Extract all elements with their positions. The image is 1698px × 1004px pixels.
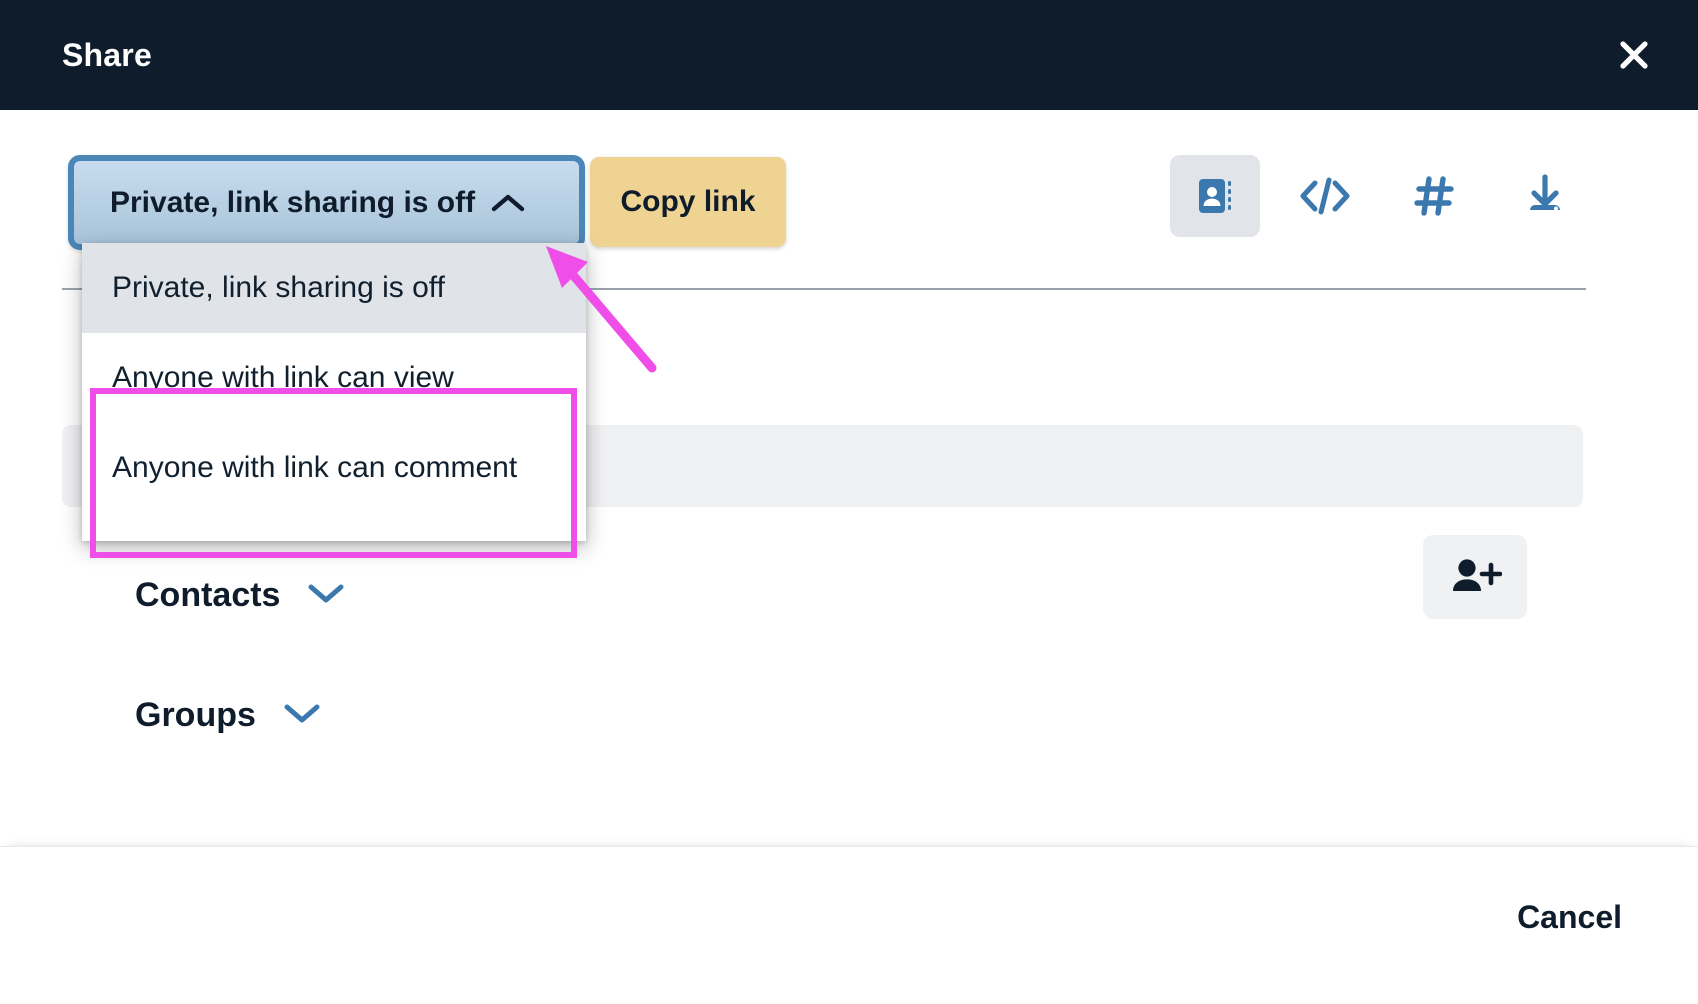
visibility-option-private[interactable]: Private, link sharing is off bbox=[82, 243, 586, 333]
dialog-footer: Cancel bbox=[0, 846, 1698, 1004]
cancel-button[interactable]: Cancel bbox=[1503, 889, 1636, 946]
chevron-down-icon bbox=[306, 580, 346, 611]
close-icon[interactable] bbox=[1604, 25, 1664, 85]
embed-code-icon[interactable] bbox=[1280, 155, 1370, 237]
visibility-dropdown-menu: Private, link sharing is off Anyone with… bbox=[82, 243, 586, 541]
person-add-icon bbox=[1448, 554, 1503, 601]
share-controls-row: Private, link sharing is off Copy link bbox=[62, 155, 1590, 255]
section-title-contacts: Contacts bbox=[135, 576, 281, 614]
section-title-groups: Groups bbox=[135, 696, 256, 734]
visibility-dropdown-button[interactable]: Private, link sharing is off bbox=[68, 155, 585, 250]
page-title: Share bbox=[62, 36, 152, 73]
add-person-button[interactable] bbox=[1423, 535, 1527, 619]
share-dialog: Share Private, link sharing is off Copy … bbox=[0, 0, 1698, 1004]
visibility-selected-label: Private, link sharing is off bbox=[110, 185, 476, 219]
hashtag-icon[interactable] bbox=[1390, 155, 1480, 237]
visibility-option-view[interactable]: Anyone with link can view bbox=[82, 333, 586, 423]
copy-link-button[interactable]: Copy link bbox=[590, 157, 786, 247]
download-icon[interactable] bbox=[1500, 155, 1590, 237]
section-header-contacts[interactable]: Contacts bbox=[135, 576, 346, 615]
visibility-dropdown: Private, link sharing is off bbox=[68, 155, 588, 250]
dialog-header: Share bbox=[0, 0, 1698, 110]
chevron-down-icon bbox=[282, 700, 322, 731]
section-header-groups[interactable]: Groups bbox=[135, 696, 322, 735]
chevron-up-icon bbox=[491, 192, 525, 214]
address-book-icon[interactable] bbox=[1170, 155, 1260, 237]
visibility-option-comment[interactable]: Anyone with link can comment bbox=[82, 423, 586, 513]
share-icon-toolbar bbox=[1170, 155, 1590, 237]
